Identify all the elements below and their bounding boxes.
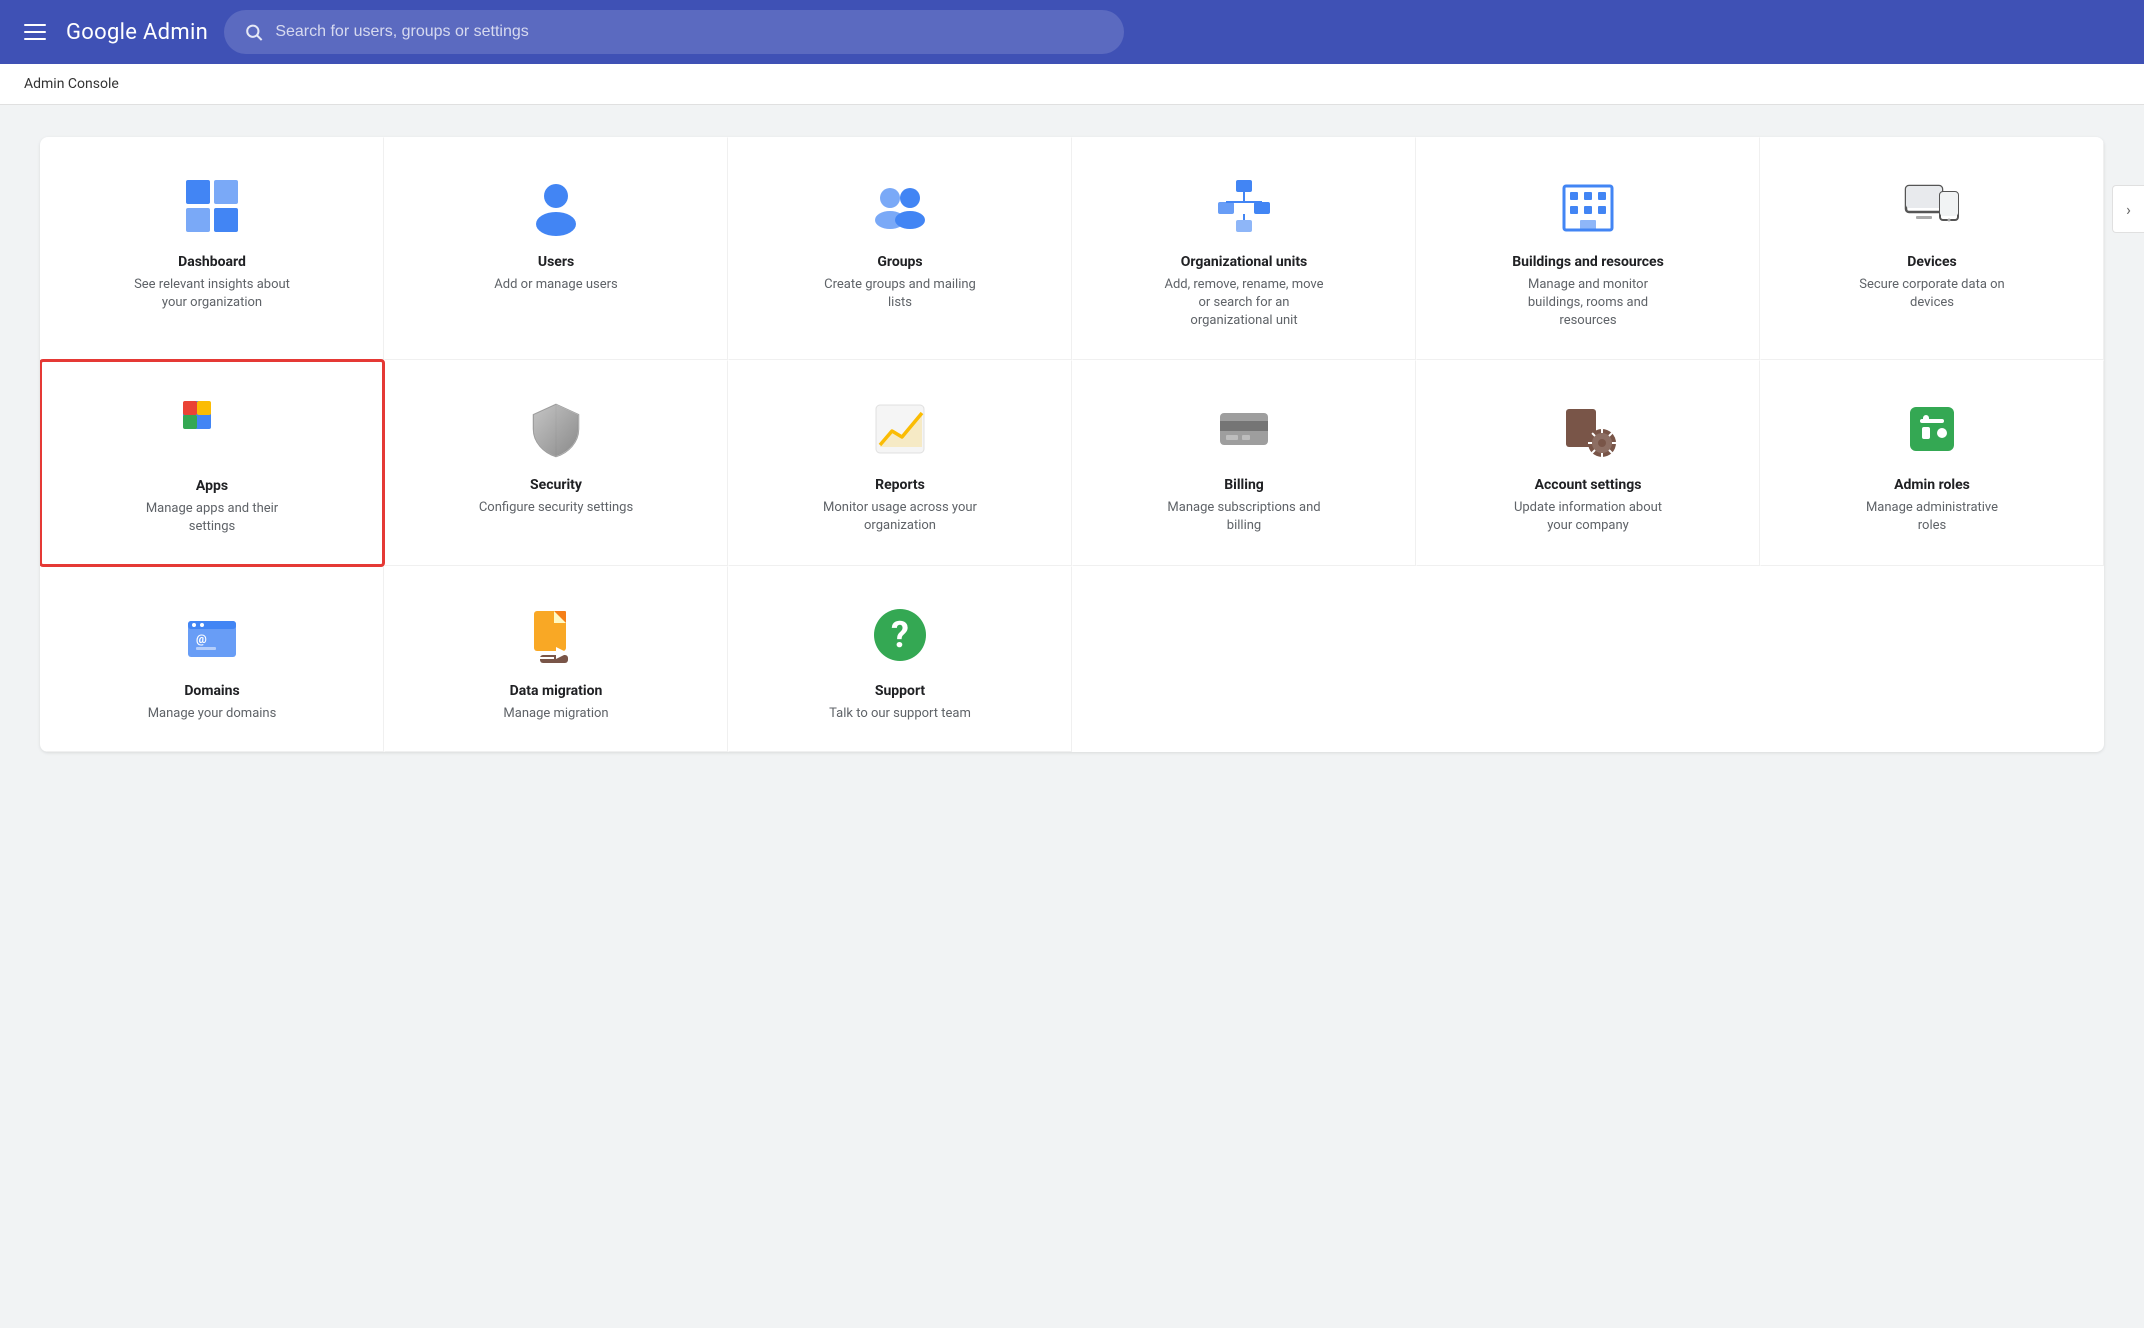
- grid-item-title-dashboard: Dashboard: [178, 254, 246, 270]
- grid-item-org-units[interactable]: Organizational units Add, remove, rename…: [1072, 137, 1416, 360]
- grid-item-apps[interactable]: Apps Manage apps and their settings: [40, 359, 385, 567]
- data-migration-icon: [524, 603, 588, 667]
- apps-icon: [180, 398, 244, 462]
- users-icon: [524, 174, 588, 238]
- grid-item-title-org-units: Organizational units: [1181, 254, 1308, 270]
- grid-item-domains[interactable]: @ Domains Manage your domains: [40, 566, 384, 752]
- grid-item-desc-buildings: Manage and monitor buildings, rooms and …: [1508, 276, 1668, 331]
- search-icon: [244, 22, 263, 42]
- menu-button[interactable]: [20, 20, 50, 44]
- security-icon: [524, 397, 588, 461]
- header: Google Admin: [0, 0, 2144, 64]
- grid-item-desc-account-settings: Update information about your company: [1508, 499, 1668, 535]
- grid-item-desc-admin-roles: Manage administrative roles: [1852, 499, 2012, 535]
- groups-icon: [868, 174, 932, 238]
- search-bar[interactable]: [224, 10, 1124, 54]
- grid-item-desc-domains: Manage your domains: [148, 705, 277, 723]
- billing-icon: [1212, 397, 1276, 461]
- grid-item-desc-users: Add or manage users: [494, 276, 617, 294]
- grid-item-support[interactable]: ? Support Talk to our support team: [728, 566, 1072, 752]
- grid-item-title-billing: Billing: [1224, 477, 1264, 493]
- devices-icon: [1900, 174, 1964, 238]
- grid-item-data-migration[interactable]: Data migration Manage migration: [384, 566, 728, 752]
- breadcrumb: Admin Console: [0, 64, 2144, 105]
- dashboard-icon: [180, 174, 244, 238]
- grid-item-security[interactable]: Security Configure security settings: [384, 360, 728, 566]
- grid-item-desc-billing: Manage subscriptions and billing: [1164, 499, 1324, 535]
- grid-item-title-security: Security: [530, 477, 582, 493]
- grid-item-title-apps: Apps: [196, 478, 228, 494]
- svg-text:?: ?: [891, 614, 909, 656]
- grid-item-desc-security: Configure security settings: [479, 499, 633, 517]
- grid-item-title-data-migration: Data migration: [510, 683, 603, 699]
- grid-item-account-settings[interactable]: Account settings Update information abou…: [1416, 360, 1760, 566]
- main-content: › Dashboard See relevant insights about …: [0, 105, 2144, 784]
- grid-item-desc-org-units: Add, remove, rename, move or search for …: [1164, 276, 1324, 331]
- grid-item-dashboard[interactable]: Dashboard See relevant insights about yo…: [40, 137, 384, 360]
- grid-item-title-support: Support: [875, 683, 925, 699]
- grid-item-title-buildings: Buildings and resources: [1512, 254, 1664, 270]
- account-settings-icon: [1556, 397, 1620, 461]
- reports-icon: [868, 397, 932, 461]
- org-units-icon: [1212, 174, 1276, 238]
- grid-item-desc-apps: Manage apps and their settings: [132, 500, 292, 536]
- buildings-icon: [1556, 174, 1620, 238]
- grid-item-title-account-settings: Account settings: [1535, 477, 1642, 493]
- admin-grid: Dashboard See relevant insights about yo…: [40, 137, 2104, 752]
- grid-item-devices[interactable]: Devices Secure corporate data on devices: [1760, 137, 2104, 360]
- grid-item-reports[interactable]: Reports Monitor usage across your organi…: [728, 360, 1072, 566]
- app-logo: Google Admin: [66, 20, 208, 45]
- admin-roles-icon: [1900, 397, 1964, 461]
- grid-item-title-groups: Groups: [877, 254, 922, 270]
- grid-item-title-reports: Reports: [875, 477, 925, 493]
- grid-item-desc-dashboard: See relevant insights about your organiz…: [132, 276, 292, 312]
- support-icon: ?: [868, 603, 932, 667]
- domains-icon: @: [180, 603, 244, 667]
- grid-item-desc-devices: Secure corporate data on devices: [1852, 276, 2012, 312]
- grid-item-desc-data-migration: Manage migration: [503, 705, 608, 723]
- grid-item-desc-groups: Create groups and mailing lists: [820, 276, 980, 312]
- grid-item-billing[interactable]: Billing Manage subscriptions and billing: [1072, 360, 1416, 566]
- grid-item-desc-reports: Monitor usage across your organization: [820, 499, 980, 535]
- scroll-right-button[interactable]: ›: [2112, 185, 2144, 233]
- grid-item-title-admin-roles: Admin roles: [1894, 477, 1970, 493]
- grid-item-buildings[interactable]: Buildings and resources Manage and monit…: [1416, 137, 1760, 360]
- grid-item-desc-support: Talk to our support team: [829, 705, 971, 723]
- grid-item-title-domains: Domains: [184, 683, 239, 699]
- grid-item-title-users: Users: [538, 254, 574, 270]
- search-input[interactable]: [275, 23, 1104, 41]
- grid-item-admin-roles[interactable]: Admin roles Manage administrative roles: [1760, 360, 2104, 566]
- grid-item-groups[interactable]: Groups Create groups and mailing lists: [728, 137, 1072, 360]
- grid-item-title-devices: Devices: [1907, 254, 1956, 270]
- svg-text:@: @: [196, 632, 207, 646]
- grid-item-users[interactable]: Users Add or manage users: [384, 137, 728, 360]
